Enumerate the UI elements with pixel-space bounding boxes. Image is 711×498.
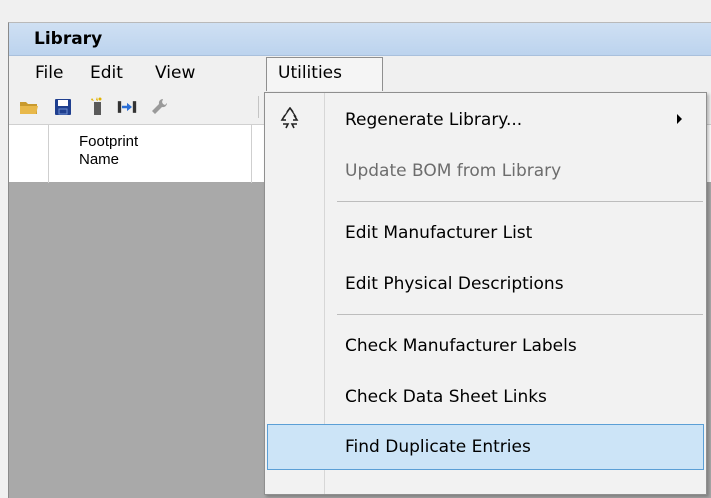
menu-item-label: Update BOM from Library [345, 161, 562, 181]
submenu-arrow-icon [677, 114, 682, 124]
column-header-line-2: Name [79, 151, 120, 168]
menu-utilities[interactable]: Utilities [266, 57, 383, 91]
menu-item-label: Find Duplicate Entries [345, 437, 531, 457]
menu-view[interactable]: View [155, 56, 195, 90]
menu-item-check-manufacturer-labels[interactable]: Check Manufacturer Labels [267, 323, 704, 369]
menu-item-label: Edit Manufacturer List [345, 223, 533, 243]
utilities-dropdown-menu: Regenerate Library... Update BOM from Li… [264, 92, 707, 495]
menu-item-check-data-sheet-links[interactable]: Check Data Sheet Links [267, 374, 704, 420]
menu-separator [337, 314, 703, 315]
column-header-line-1: Footprint [79, 133, 139, 150]
menu-item-find-duplicate-entries[interactable]: Find Duplicate Entries [267, 424, 704, 470]
menu-item-regenerate-library[interactable]: Regenerate Library... [267, 97, 704, 143]
merge-icon[interactable] [117, 97, 137, 117]
menu-item-label: Edit Physical Descriptions [345, 274, 564, 294]
save-icon[interactable] [53, 97, 73, 117]
menu-item-label: Check Manufacturer Labels [345, 336, 577, 356]
toolbar-separator [258, 96, 259, 118]
menu-item-label: Regenerate Library... [345, 110, 523, 130]
menu-bar: File Edit View Utilities [9, 56, 711, 91]
menu-file[interactable]: File [35, 56, 63, 90]
title-bar[interactable]: Library [9, 23, 711, 56]
screen: Library File Edit View Utilities Footpri… [0, 0, 711, 498]
menu-item-update-bom[interactable]: Update BOM from Library [267, 148, 704, 194]
column-header-footprint-name[interactable]: Footprint Name [49, 125, 252, 183]
wrench-icon[interactable] [149, 97, 169, 117]
menu-item-edit-physical-descriptions[interactable]: Edit Physical Descriptions [267, 261, 704, 307]
open-folder-icon[interactable] [19, 97, 39, 117]
menu-edit[interactable]: Edit [90, 56, 123, 90]
menu-separator [337, 201, 703, 202]
menu-item-label: Check Data Sheet Links [345, 387, 547, 407]
row-header-corner[interactable] [9, 125, 49, 183]
new-item-icon[interactable] [87, 97, 107, 117]
window-title: Library [34, 29, 103, 49]
recycle-icon [280, 107, 299, 129]
menu-item-edit-manufacturer-list[interactable]: Edit Manufacturer List [267, 210, 704, 256]
